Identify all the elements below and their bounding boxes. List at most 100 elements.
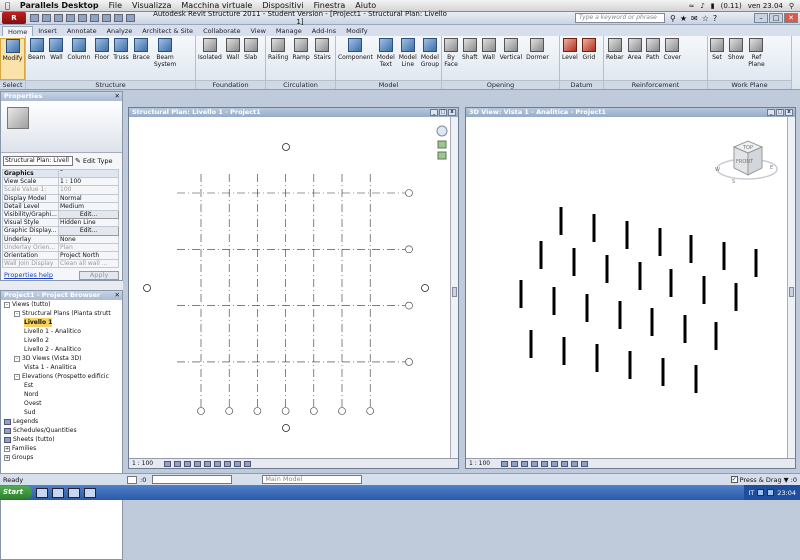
temp-hide-icon[interactable] (561, 460, 569, 467)
menu-visualizza[interactable]: Visualizza (132, 1, 171, 10)
prop-value[interactable]: Medium (58, 201, 119, 211)
browser-item[interactable]: Livello 1 - Analitico (1, 327, 122, 336)
tab-modify[interactable]: Modify (341, 26, 373, 36)
tool-beam-system[interactable]: Beam System (152, 38, 178, 80)
plan-drawing[interactable] (129, 117, 450, 460)
tool-isolated[interactable]: Isolated (196, 38, 224, 80)
measure-icon[interactable] (90, 14, 99, 22)
tool-brace[interactable]: Brace (131, 38, 152, 80)
tray-volume-icon[interactable] (767, 489, 775, 496)
communication-icon[interactable]: ✉ (691, 14, 698, 23)
panel-label[interactable]: Select (0, 80, 25, 89)
collapse-icon[interactable]: - (14, 310, 20, 317)
prop-edit-button[interactable]: Edit... (58, 226, 119, 236)
elevation-marker[interactable] (143, 284, 151, 292)
show-crop-icon[interactable] (551, 460, 559, 467)
help-icon[interactable]: ? (713, 14, 717, 23)
properties-help-link[interactable]: Properties help (4, 271, 53, 280)
edit-type-button[interactable]: Edit Type (83, 157, 113, 165)
prop-row[interactable]: Visibility/Graphi... Edit... (2, 209, 119, 220)
tool-beam[interactable]: Beam (26, 38, 47, 80)
browser-item[interactable]: - Elevations (Prospetto edificic (1, 372, 122, 381)
tool-cover[interactable]: Cover (662, 38, 684, 80)
grid-bubble[interactable] (310, 407, 318, 415)
binoculars-icon[interactable]: ⚲ (670, 14, 676, 23)
browser-item[interactable]: Sud (1, 408, 122, 417)
tab-collaborate[interactable]: Collaborate (198, 26, 245, 36)
tool-grid[interactable]: Grid (580, 38, 598, 80)
view3d-maximize-button[interactable]: □ (776, 109, 784, 116)
browser-item[interactable]: - Views (tutto) (1, 300, 122, 309)
view3d-scrollbar[interactable] (787, 117, 795, 458)
tray-language[interactable]: IT (748, 489, 754, 497)
plan-scale[interactable]: 1 : 100 (132, 460, 153, 467)
close-button[interactable]: ✕ (784, 13, 798, 23)
steering-wheel-icon[interactable] (436, 125, 448, 137)
spotlight-icon[interactable]: ⚲ (789, 2, 794, 10)
prop-row[interactable]: Visual Style Hidden Line (2, 218, 119, 228)
sun-path-icon[interactable] (184, 460, 192, 467)
tool-rebar[interactable]: Rebar (604, 38, 626, 80)
grid-bubble[interactable] (338, 407, 346, 415)
tab-add-ins[interactable]: Add-Ins (307, 26, 341, 36)
properties-close-icon[interactable]: ✕ (115, 92, 122, 101)
taskbar-folder-icon[interactable] (52, 487, 64, 498)
analytical-model-icon[interactable] (581, 460, 589, 467)
open-icon[interactable] (30, 14, 39, 22)
collapse-icon[interactable]: - (14, 373, 20, 380)
panel-label[interactable]: Model (336, 80, 441, 89)
browser-close-icon[interactable]: ✕ (115, 291, 122, 300)
browser-item[interactable]: - Structural Plans (Pianta strutt (1, 309, 122, 318)
prop-row[interactable]: Orientation Project North (2, 250, 119, 261)
view-navigation-icons[interactable] (436, 125, 448, 160)
prop-row[interactable]: Display Model Normal (2, 193, 119, 203)
view3d-close-button[interactable]: x (785, 109, 793, 116)
type-selector[interactable]: Structural Plan: Livell (3, 156, 73, 166)
tool-level[interactable]: Level (560, 38, 580, 80)
view-close-button[interactable]: x (448, 109, 456, 116)
minimize-button[interactable]: – (754, 13, 768, 23)
sun-path-icon[interactable] (521, 460, 529, 467)
elevation-marker[interactable] (282, 143, 290, 151)
grid-bubble[interactable] (405, 245, 413, 254)
collapse-icon[interactable]: - (14, 355, 20, 362)
dimension-icon[interactable] (102, 14, 111, 22)
tool-ramp[interactable]: Ramp (290, 38, 311, 80)
menu-finestra[interactable]: Finestra (314, 1, 346, 10)
tab-architect-site[interactable]: Architect & Site (137, 26, 198, 36)
panel-label[interactable]: Work Plane (708, 80, 791, 89)
viewcube-front-label[interactable]: FRONT (736, 159, 754, 165)
prop-group-toggle[interactable]: ˆ (58, 168, 119, 179)
visual-style-icon[interactable] (511, 460, 519, 467)
tool-slab[interactable]: Slab (242, 38, 260, 80)
panel-label[interactable]: Reinforcement (604, 80, 707, 89)
favorites-icon[interactable]: ☆ (702, 14, 709, 23)
grid-bubble[interactable] (366, 407, 374, 415)
plan-scrollbar[interactable] (450, 117, 458, 458)
compass-e-label[interactable]: E (770, 165, 773, 171)
elevation-markers[interactable] (143, 143, 429, 432)
compass-w-label[interactable]: W (715, 167, 720, 173)
tool-set[interactable]: Set (708, 38, 726, 80)
tool-floor[interactable]: Floor (92, 38, 111, 80)
apple-icon[interactable]:  (5, 1, 10, 10)
battery-icon[interactable]: ▮ (711, 2, 715, 10)
reveal-hidden-icon[interactable] (571, 460, 579, 467)
tool-modify[interactable]: Modify (0, 38, 25, 80)
design-option-select[interactable]: Main Model (262, 475, 363, 484)
redo-icon[interactable] (66, 14, 75, 22)
prop-row[interactable]: Underlay None (2, 234, 119, 244)
viewcube[interactable]: TOP FRONT W S E (715, 140, 778, 185)
browser-item[interactable]: Nord (1, 390, 122, 399)
menu-macchina-virtuale[interactable]: Macchina virtuale (181, 1, 252, 10)
view-3d-drawing[interactable]: TOP FRONT W S E (466, 117, 787, 460)
menu-aiuto[interactable]: Aiuto (355, 1, 376, 10)
tool-wall[interactable]: Wall (47, 38, 65, 80)
grid-lines[interactable] (177, 174, 413, 415)
menu-file[interactable]: File (109, 1, 122, 10)
browser-item[interactable]: Vista 1 - Analitica (1, 363, 122, 372)
taskbar-revit-icon[interactable] (84, 487, 96, 498)
prop-value[interactable]: 100 (58, 185, 119, 195)
prop-value[interactable]: Hidden Line (58, 218, 119, 228)
grid-bubble[interactable] (281, 407, 290, 415)
